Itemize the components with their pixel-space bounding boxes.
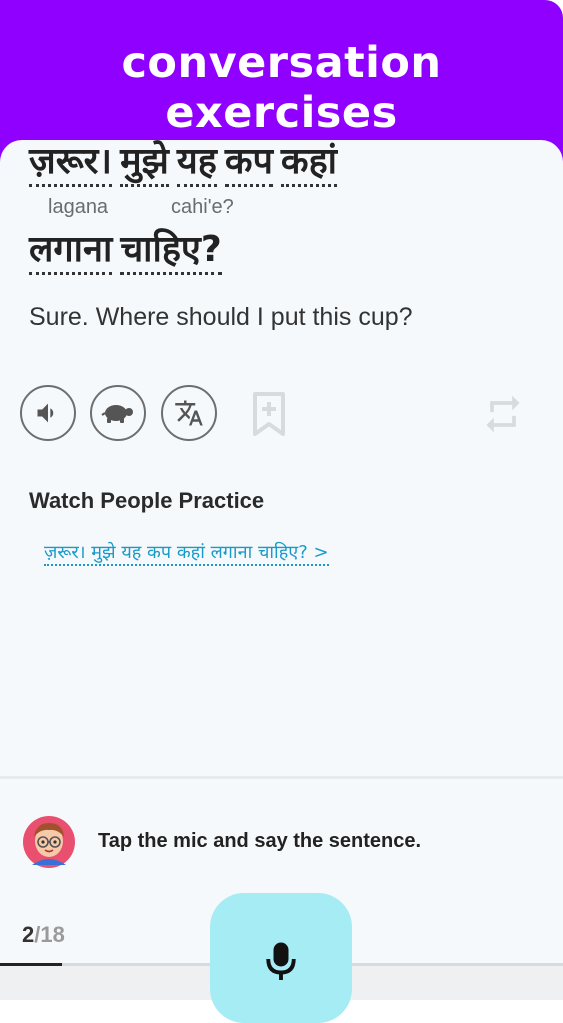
word[interactable]: ज़रूर।: [29, 140, 113, 187]
translate-icon: [175, 400, 203, 426]
word[interactable]: यह: [176, 140, 217, 187]
bookmark-add-icon: [253, 392, 285, 436]
section-title: Watch People Practice: [29, 488, 265, 513]
page-title: conversation exercises: [121, 38, 442, 138]
word[interactable]: कप: [224, 140, 273, 187]
practice-link[interactable]: ज़रूर। मुझे यह कप कहां लगाना चाहिए? >: [44, 542, 329, 566]
instruction-text: Tap the mic and say the sentence.: [98, 830, 422, 852]
progress-current: 2: [22, 922, 35, 947]
word[interactable]: मुझे: [120, 140, 169, 187]
romanization-label: cahi'e?: [171, 196, 234, 218]
microphone-icon: [266, 942, 296, 980]
progress-counter: 2/18: [22, 922, 65, 948]
slow-audio-button[interactable]: [90, 385, 146, 441]
word[interactable]: लगाना: [29, 228, 113, 275]
mic-button[interactable]: [210, 893, 352, 1023]
speaker-icon: [37, 403, 54, 423]
sentence-line-1: ज़रूर। मुझे यह कप कहां: [29, 140, 345, 187]
progress-total: /18: [34, 922, 65, 947]
play-audio-button[interactable]: [20, 385, 76, 441]
avatar-icon: [23, 816, 75, 868]
repeat-button[interactable]: [475, 386, 531, 442]
romanization-label: lagana: [48, 196, 109, 218]
bookmark-button[interactable]: [241, 386, 297, 442]
repeat-icon: [486, 395, 520, 433]
word[interactable]: चाहिए?: [120, 228, 222, 275]
translate-button[interactable]: [161, 385, 217, 441]
turtle-icon: [101, 405, 133, 423]
avatar: [22, 815, 76, 869]
sentence-line-2: लगाना चाहिए?: [29, 228, 230, 275]
word[interactable]: कहां: [280, 140, 338, 187]
translation-text: Sure. Where should I put this cup?: [29, 303, 413, 331]
